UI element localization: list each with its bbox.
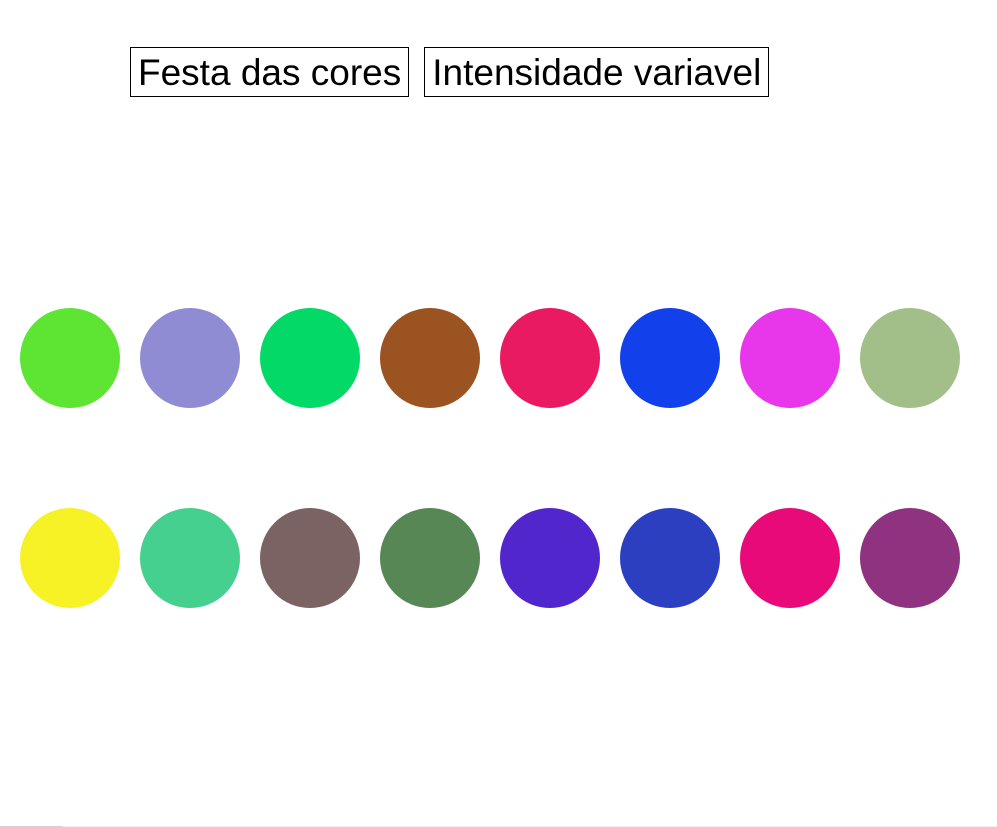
color-circle [140,508,240,608]
color-circle [140,308,240,408]
circle-row-1 [20,308,960,408]
toolbar: Festa das cores Intensidade variavel [130,47,770,97]
color-circle [860,508,960,608]
color-circle [20,508,120,608]
color-circle [620,308,720,408]
color-circle [380,508,480,608]
color-circle [740,308,840,408]
color-circle [20,308,120,408]
circle-row-2 [20,508,960,608]
intensidade-variavel-button[interactable]: Intensidade variavel [424,47,770,97]
color-circle [380,308,480,408]
color-circle [620,508,720,608]
festa-das-cores-button[interactable]: Festa das cores [130,47,410,97]
color-circle [260,308,360,408]
color-circle [500,508,600,608]
color-circle [500,308,600,408]
color-circle [260,508,360,608]
color-circle [860,308,960,408]
color-circle [740,508,840,608]
